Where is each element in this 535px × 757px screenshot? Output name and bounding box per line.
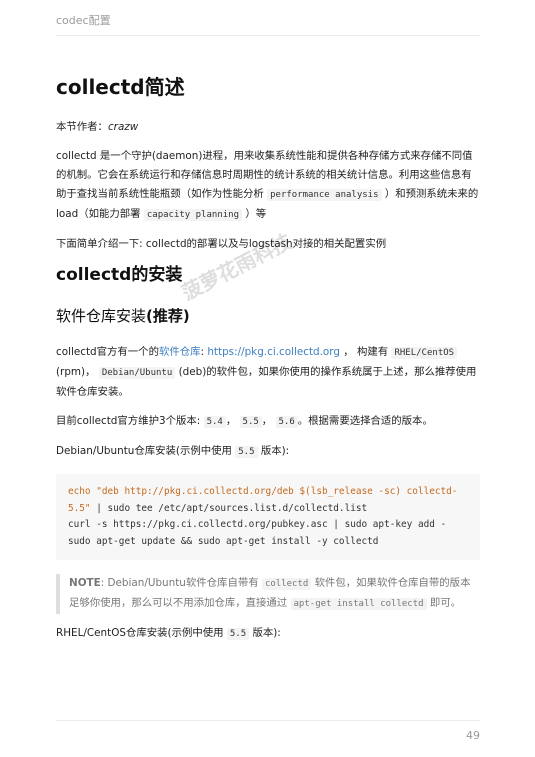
page-number: 49 [466,729,480,742]
note-label: NOTE [69,577,101,589]
author-name: crazw [107,121,139,133]
debian-paragraph: Debian/Ubuntu仓库安装(示例中使用 5.5 版本): [56,442,480,462]
debian-text-a: Debian/Ubuntu仓库安装(示例中使用 [56,445,232,457]
note-paragraph: NOTE: Debian/Ubuntu软件仓库自带有 collectd 软件包，… [69,574,480,614]
inline-code-debian: Debian/Ubuntu [98,367,176,379]
version-54: 5.4 [203,416,226,428]
repo-install-heading-recommended: (推荐) [146,307,190,325]
repo-install-heading-text: 软件仓库安装 [56,307,147,325]
inline-code-55-rhel: 5.5 [226,628,250,640]
repo-text-a: collectd官方有一个的 [56,346,159,358]
inline-code-capacity: capacity planning [143,209,242,221]
versions-text-b: 。根据需要选择合适的版本。 [297,415,433,427]
repo-text-b: ， 构建有 [343,346,389,358]
install-heading: collectd的安装 [56,265,183,285]
note-code-apt: apt-get install collectd [290,598,427,610]
note-text-a: : Debian/Ubuntu软件仓库自带有 [100,577,259,589]
code-rest: | sudo tee /etc/apt/sources.list.d/colle… [68,502,447,547]
page-footer: 49 [56,720,480,742]
versions-sep-1: ， [225,415,237,427]
running-header: codec配置 [56,12,480,36]
versions-paragraph: 目前collectd官方维护3个版本: 5.4， 5.5， 5.6 。根据需要选择… [56,412,480,432]
repo-link[interactable]: 软件仓库 [159,346,201,358]
page-content: collectd简述 本节作者：crazw collectd 是一个守护(dae… [56,74,480,654]
repo-url-link[interactable]: https://pkg.ci.collectd.org [207,346,340,358]
note-block: NOTE: Debian/Ubuntu软件仓库自带有 collectd 软件包，… [56,574,480,614]
code-echo: echo [68,486,91,497]
version-55: 5.5 [239,416,262,428]
rhel-text-a: RHEL/CentOS仓库安装(示例中使用 [56,627,224,639]
inline-code-performance: performance analysis [267,189,382,201]
repo-install-heading: 软件仓库安装(推荐) [56,306,480,326]
repo-text-c: (rpm)， [56,366,96,378]
inline-code-rhel: RHEL/CentOS [391,347,458,359]
rhel-paragraph: RHEL/CentOS仓库安装(示例中使用 5.5 版本): [56,624,480,644]
intro-text-c: ）等 [245,208,267,220]
note-text-c: 即可。 [429,597,462,609]
repo-paragraph: collectd官方有一个的软件仓库: https://pkg.ci.colle… [56,343,480,402]
version-56: 5.6 [275,416,298,428]
note-code-collectd: collectd [261,578,312,590]
intro-paragraph: collectd 是一个守护(daemon)进程，用来收集系统性能和提供各种存储… [56,147,480,225]
author-label: 本节作者： [56,121,108,133]
section-title: collectd简述 [56,75,185,99]
versions-text-a: 目前collectd官方维护3个版本: [56,415,201,427]
code-block[interactable]: echo "deb http://pkg.ci.collectd.org/deb… [56,474,480,560]
versions-sep-2: ， [261,415,273,427]
summary-paragraph: 下面简单介绍一下: collectd的部署以及与logstash对接的相关配置实… [56,238,387,250]
author-line: 本节作者：crazw [56,118,480,137]
debian-text-b: 版本): [260,445,290,457]
inline-code-55: 5.5 [235,446,258,458]
rhel-text-b: 版本): [252,627,281,639]
